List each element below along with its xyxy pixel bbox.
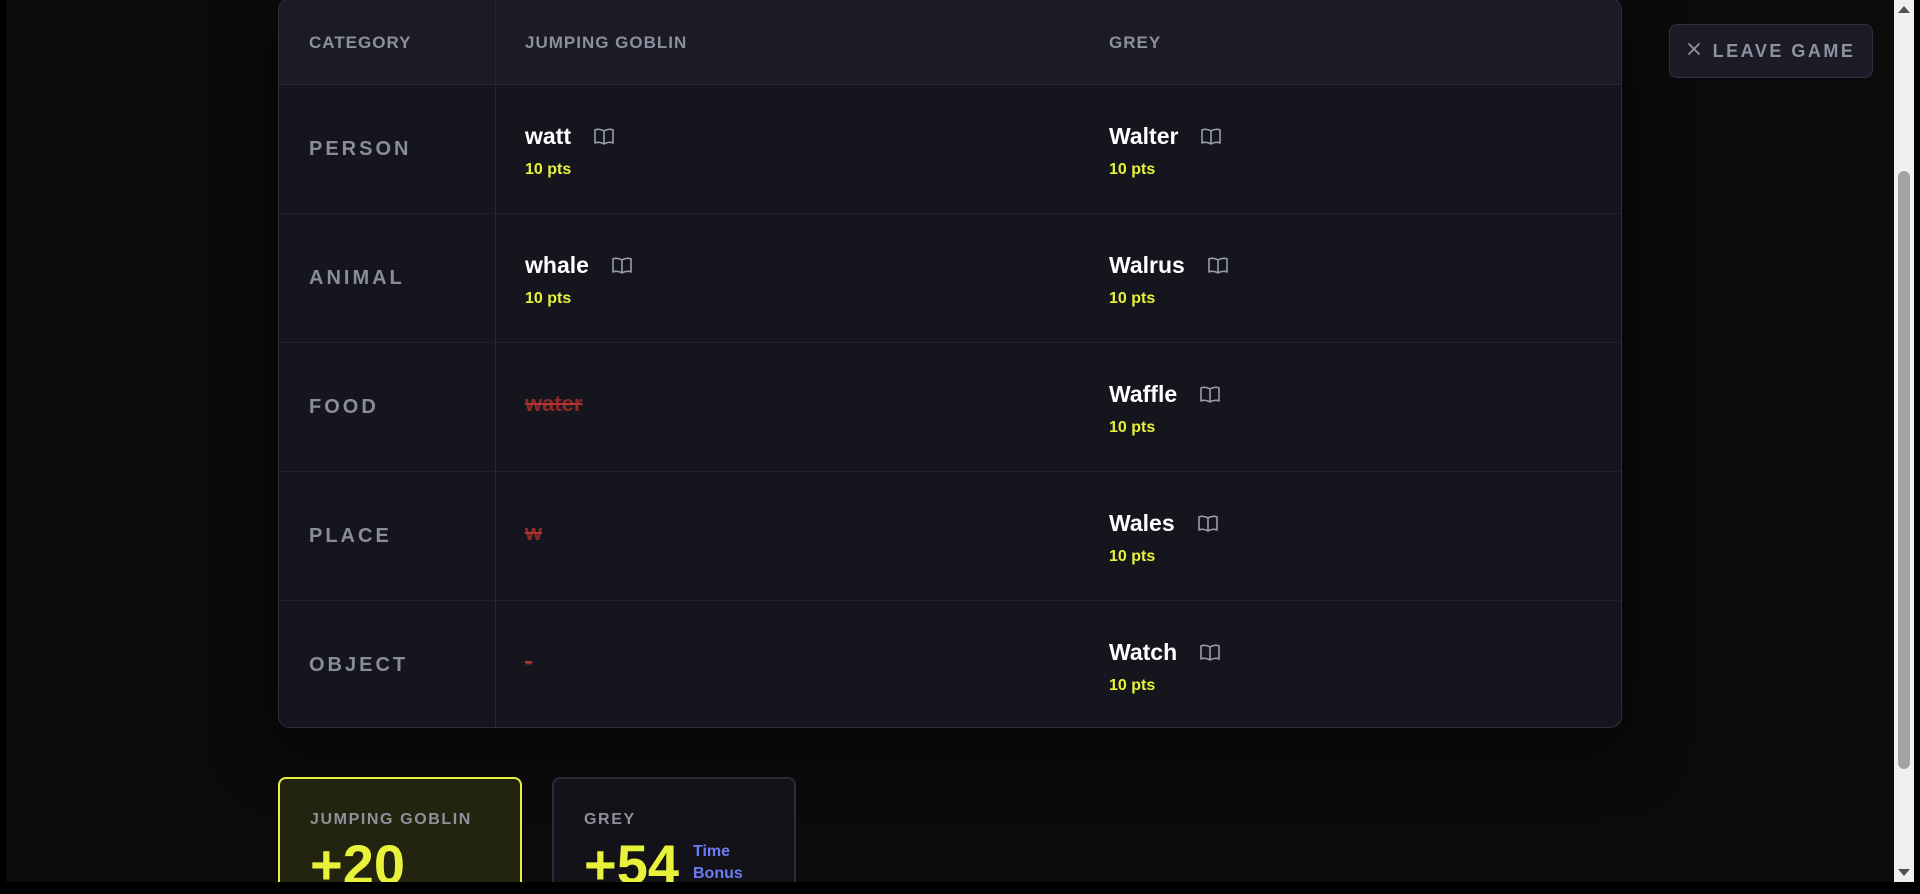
points-label: 10 pts xyxy=(1109,677,1156,694)
category-label: FOOD xyxy=(309,396,379,418)
leave-game-label: LEAVE GAME xyxy=(1712,40,1856,61)
leave-game-button[interactable]: LEAVE GAME xyxy=(1669,24,1873,78)
answer-cell: Watch 10 pts xyxy=(1109,637,1221,695)
game-results-page: CATEGORY JUMPING GOBLIN GREY PERSON watt… xyxy=(6,0,1894,882)
table-row: OBJECT - Watch 10 pts xyxy=(279,601,1621,727)
header-player-2: GREY xyxy=(1109,33,1162,52)
viewport: CATEGORY JUMPING GOBLIN GREY PERSON watt… xyxy=(0,0,1920,894)
answer-text: Wales xyxy=(1109,509,1175,536)
scroll-up-icon[interactable] xyxy=(1898,6,1910,13)
answer-text: Walrus xyxy=(1109,251,1185,278)
category-label: PERSON xyxy=(309,138,412,160)
invalid-answer-text: - xyxy=(525,649,533,674)
scroll-down-icon[interactable] xyxy=(1898,869,1910,876)
answer-cell: water xyxy=(525,379,582,417)
time-bonus-badge: Time Bonus xyxy=(693,841,743,882)
table-row: ANIMAL whale 10 pts Walrus 10 pts xyxy=(279,214,1621,343)
answer-text: watt xyxy=(525,122,571,149)
answer-cell: Walter 10 pts xyxy=(1109,121,1222,179)
score-value: +20 xyxy=(310,833,405,883)
time-bonus-line-2: Bonus xyxy=(693,865,743,882)
score-player-name: GREY xyxy=(584,811,636,828)
scroll-thumb[interactable] xyxy=(1898,171,1910,769)
answer-cell: whale 10 pts xyxy=(525,250,633,308)
points-label: 10 pts xyxy=(1109,290,1156,307)
close-icon xyxy=(1687,42,1701,61)
answer-cell: Walrus 10 pts xyxy=(1109,250,1229,308)
book-icon[interactable] xyxy=(611,256,633,274)
invalid-answer-text: water xyxy=(525,391,583,416)
answer-cell: Waffle 10 pts xyxy=(1109,379,1221,437)
scrollbar[interactable] xyxy=(1894,0,1914,882)
answer-cell: w xyxy=(525,508,542,546)
table-row: PERSON watt 10 pts Walter 10 pts xyxy=(279,85,1621,214)
answer-cell: Wales 10 pts xyxy=(1109,508,1219,566)
category-label: ANIMAL xyxy=(309,267,405,289)
score-value: +54 xyxy=(584,833,679,883)
header-player-1: JUMPING GOBLIN xyxy=(525,33,688,52)
category-label: PLACE xyxy=(309,525,392,547)
table-row: PLACE w Wales 10 pts xyxy=(279,472,1621,601)
answer-text: whale xyxy=(525,251,589,278)
table-row: FOOD water Waffle 10 pts xyxy=(279,343,1621,472)
book-icon[interactable] xyxy=(1207,256,1229,274)
points-label: 10 pts xyxy=(1109,161,1156,178)
book-icon[interactable] xyxy=(1197,514,1219,532)
score-card-player-2: GREY +54 Time Bonus xyxy=(552,777,796,882)
points-label: 10 pts xyxy=(1109,419,1156,436)
time-bonus-line-1: Time xyxy=(693,843,731,860)
book-icon[interactable] xyxy=(1200,127,1222,145)
points-label: 10 pts xyxy=(525,161,572,178)
answer-text: Waffle xyxy=(1109,380,1178,407)
table-header: CATEGORY JUMPING GOBLIN GREY xyxy=(279,0,1621,85)
book-icon[interactable] xyxy=(593,127,615,145)
score-player-name: JUMPING GOBLIN xyxy=(310,811,472,828)
results-table: CATEGORY JUMPING GOBLIN GREY PERSON watt… xyxy=(278,0,1622,728)
category-label: OBJECT xyxy=(309,654,409,676)
invalid-answer-text: w xyxy=(525,520,543,545)
book-icon[interactable] xyxy=(1199,385,1221,403)
points-label: 10 pts xyxy=(525,290,572,307)
answer-text: Watch xyxy=(1109,638,1178,665)
answer-cell: watt 10 pts xyxy=(525,121,615,179)
points-label: 10 pts xyxy=(1109,548,1156,565)
score-card-player-1: JUMPING GOBLIN +20 xyxy=(278,777,522,882)
header-category: CATEGORY xyxy=(309,33,412,52)
book-icon[interactable] xyxy=(1199,643,1221,661)
answer-cell: - xyxy=(525,637,532,675)
answer-text: Walter xyxy=(1109,122,1179,149)
